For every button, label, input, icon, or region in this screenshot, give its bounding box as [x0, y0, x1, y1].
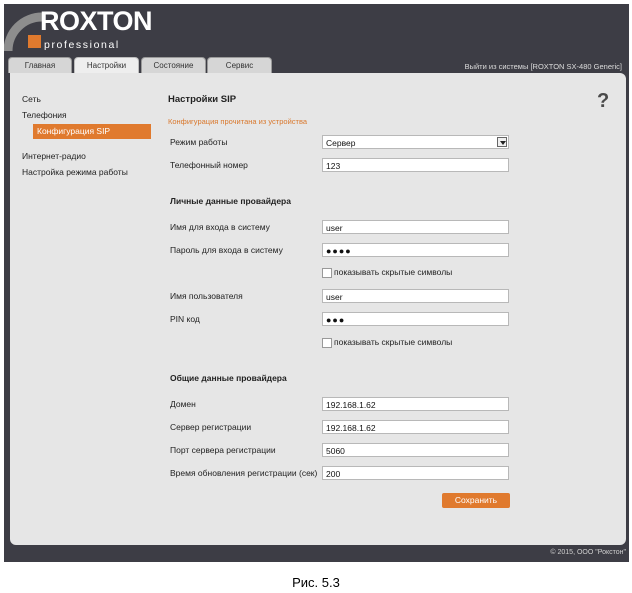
- tab-settings[interactable]: Настройки: [74, 57, 139, 74]
- show-pin-checkbox[interactable]: [322, 338, 332, 348]
- sidebar-item-network[interactable]: Сеть: [22, 94, 41, 104]
- pin-label: PIN код: [170, 314, 200, 324]
- mode-select[interactable]: Сервер: [322, 135, 509, 149]
- mode-value: Сервер: [326, 138, 356, 148]
- mode-label: Режим работы: [170, 137, 228, 147]
- reg-server-input[interactable]: 192.168.1.62: [322, 420, 509, 434]
- personal-section-heading: Личные данные провайдера: [170, 196, 291, 206]
- password-input[interactable]: ●●●●: [322, 243, 509, 257]
- help-icon[interactable]: ?: [597, 90, 609, 113]
- copyright-footer: © 2015, ООО "Рокстон": [550, 549, 626, 556]
- reg-refresh-label: Время обновления регистрации (сек): [170, 468, 318, 478]
- tab-home[interactable]: Главная: [8, 57, 72, 73]
- login-input[interactable]: user: [322, 220, 509, 234]
- chevron-down-icon[interactable]: [497, 137, 507, 147]
- tab-status[interactable]: Состояние: [141, 57, 206, 73]
- reg-port-label: Порт сервера регистрации: [170, 445, 276, 455]
- username-input[interactable]: user: [322, 289, 509, 303]
- status-message: Конфигурация прочитана из устройства: [168, 117, 308, 126]
- content-panel: [10, 73, 626, 545]
- sidebar-item-internet-radio[interactable]: Интернет-радио: [22, 151, 86, 161]
- sidebar-item-telephony[interactable]: Телефония: [22, 110, 67, 120]
- phone-label: Телефонный номер: [170, 160, 248, 170]
- domain-label: Домен: [170, 399, 196, 409]
- username-label: Имя пользователя: [170, 291, 243, 301]
- sidebar-item-sip-config[interactable]: Конфигурация SIP: [33, 124, 151, 139]
- page-title: Настройки SIP: [168, 94, 237, 105]
- common-section-heading: Общие данные провайдера: [170, 373, 287, 383]
- show-password-label: показывать скрытые символы: [334, 267, 453, 277]
- password-label: Пароль для входа в систему: [170, 245, 283, 255]
- reg-server-label: Сервер регистрации: [170, 422, 252, 432]
- sidebar-item-mode-settings[interactable]: Настройка режима работы: [22, 167, 128, 177]
- reg-port-input[interactable]: 5060: [322, 443, 509, 457]
- show-pin-label: показывать скрытые символы: [334, 337, 453, 347]
- brand-name: ROXTON: [40, 6, 153, 36]
- reg-refresh-input[interactable]: 200: [322, 466, 509, 480]
- brand-tagline: professional: [44, 39, 120, 51]
- show-password-checkbox[interactable]: [322, 268, 332, 278]
- figure-caption: Рис. 5.3: [292, 575, 340, 590]
- roxton-logo: ROXTON professional: [3, 5, 153, 53]
- tab-service[interactable]: Сервис: [207, 57, 272, 73]
- pin-input[interactable]: ●●●: [322, 312, 509, 326]
- logo-swoosh-icon: [3, 12, 43, 52]
- save-button[interactable]: Сохранить: [442, 493, 510, 508]
- login-label: Имя для входа в систему: [170, 222, 270, 232]
- phone-input[interactable]: 123: [322, 158, 509, 172]
- domain-input[interactable]: 192.168.1.62: [322, 397, 509, 411]
- logout-link[interactable]: Выйти из системы [ROXTON SX-480 Generic]: [465, 62, 622, 71]
